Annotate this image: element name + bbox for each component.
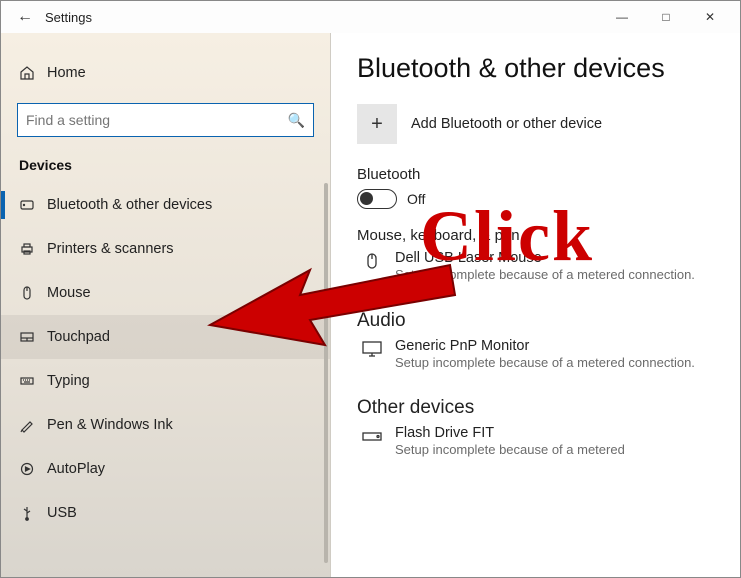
printer-icon <box>19 241 47 257</box>
bluetooth-toggle[interactable] <box>357 189 397 209</box>
sidebar-item-label: USB <box>47 505 77 521</box>
other-section-header: Other devices <box>357 397 714 419</box>
maximize-button[interactable]: □ <box>644 1 688 33</box>
drive-icon <box>357 425 387 459</box>
sidebar-home[interactable]: Home <box>1 51 330 95</box>
sidebar-home-label: Home <box>47 65 86 81</box>
autoplay-icon <box>19 461 47 477</box>
pen-icon <box>19 417 47 433</box>
titlebar: ← Settings — □ ✕ <box>1 1 740 33</box>
sidebar-item-label: Bluetooth & other devices <box>47 197 212 213</box>
sidebar-item-label: Typing <box>47 373 90 389</box>
back-button[interactable]: ← <box>9 8 41 26</box>
sidebar-item-autoplay[interactable]: AutoPlay <box>1 447 330 491</box>
sidebar-item-typing[interactable]: Typing <box>1 359 330 403</box>
keyboard-icon <box>19 373 47 389</box>
add-device-row[interactable]: + Add Bluetooth or other device <box>357 104 714 144</box>
sidebar-item-label: Touchpad <box>47 329 110 345</box>
sidebar-item-label: Pen & Windows Ink <box>47 417 173 433</box>
device-row-other[interactable]: Flash Drive FIT Setup incomplete because… <box>357 425 714 459</box>
add-device-label: Add Bluetooth or other device <box>411 116 602 132</box>
add-device-button[interactable]: + <box>357 104 397 144</box>
sidebar-item-label: Printers & scanners <box>47 241 174 257</box>
device-name: Flash Drive FIT <box>395 425 714 441</box>
annotation-text: Click <box>420 195 594 278</box>
device-sub: Setup incomplete because of a metered <box>395 441 714 459</box>
sidebar-item-label: Mouse <box>47 285 91 301</box>
home-icon <box>19 65 47 81</box>
search-input-container[interactable]: 🔍 <box>17 103 314 137</box>
close-button[interactable]: ✕ <box>688 1 732 33</box>
window-title: Settings <box>45 10 92 25</box>
search-icon: 🔍 <box>288 112 305 129</box>
bluetooth-header: Bluetooth <box>357 166 714 183</box>
search-input[interactable] <box>26 112 288 128</box>
sidebar-item-usb[interactable]: USB <box>1 491 330 535</box>
sidebar-section-label: Devices <box>1 151 330 183</box>
mouse-icon <box>19 285 47 301</box>
bluetooth-icon <box>19 197 47 213</box>
sidebar-item-pen[interactable]: Pen & Windows Ink <box>1 403 330 447</box>
minimize-button[interactable]: — <box>600 1 644 33</box>
sidebar-item-label: AutoPlay <box>47 461 105 477</box>
touchpad-icon <box>19 329 47 345</box>
sidebar-item-bluetooth[interactable]: Bluetooth & other devices <box>1 183 330 227</box>
usb-icon <box>19 505 47 521</box>
page-title: Bluetooth & other devices <box>357 53 714 84</box>
